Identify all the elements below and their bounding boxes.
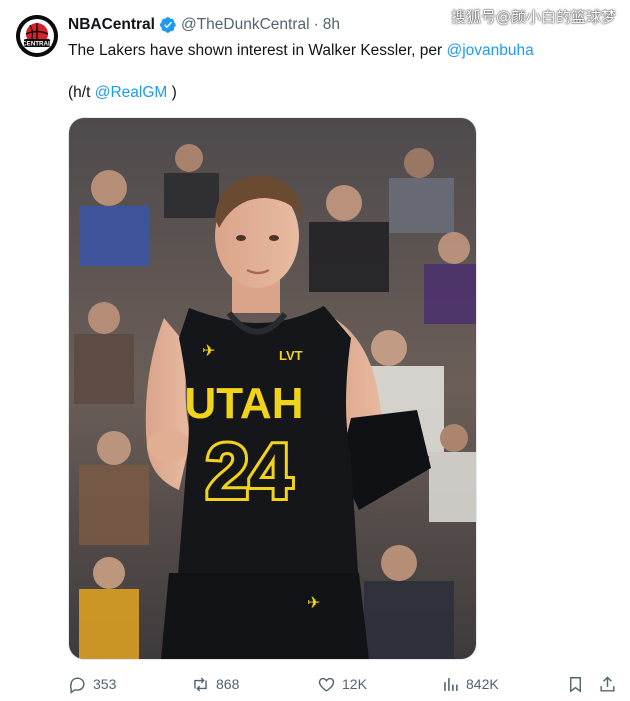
- tweet-timestamp[interactable]: 8h: [323, 16, 340, 34]
- tweet: 搜狐号@颜小白的篮球梦 CENTRAL NBACentral @TheDunkC…: [0, 0, 630, 701]
- avatar-label: CENTRAL: [22, 40, 52, 47]
- author-name[interactable]: NBACentral: [68, 16, 155, 34]
- bookmark-button[interactable]: [566, 675, 585, 694]
- hat-tip-prefix: (h/t: [68, 84, 95, 101]
- verified-badge-icon: [159, 16, 177, 34]
- repost-icon: [191, 675, 210, 694]
- repost-count: 868: [216, 676, 240, 692]
- repost-button[interactable]: 868: [191, 675, 239, 694]
- svg-text:✈: ✈: [202, 341, 215, 360]
- hat-tip-line: (h/t @RealGM ): [68, 83, 588, 103]
- heart-icon: [317, 675, 336, 694]
- bookmark-icon: [566, 675, 585, 694]
- reply-count: 353: [93, 676, 117, 692]
- tweet-actions: 353 868 12K 842K: [68, 672, 620, 696]
- tweet-photo[interactable]: ✈ ✈ LVT UTAH 24 24: [68, 117, 477, 660]
- share-button[interactable]: [598, 675, 617, 694]
- like-count: 12K: [342, 676, 367, 692]
- hat-tip-suffix: ): [167, 84, 177, 101]
- tweet-text: The Lakers have shown interest in Walker…: [68, 41, 588, 103]
- share-icon: [598, 675, 617, 694]
- views-button[interactable]: 842K: [441, 675, 499, 694]
- separator-dot: ·: [313, 16, 319, 33]
- author-handle[interactable]: @TheDunkCentral: [181, 16, 310, 34]
- tweet-header: NBACentral @TheDunkCentral · 8h: [68, 16, 340, 34]
- jersey-team: UTAH: [185, 379, 304, 428]
- reply-icon: [68, 675, 87, 694]
- watermark: 搜狐号@颜小白的篮球梦: [450, 8, 616, 26]
- views-count: 842K: [466, 676, 499, 692]
- avatar[interactable]: CENTRAL: [16, 15, 58, 57]
- mention-jovanbuha[interactable]: @jovanbuha: [447, 42, 534, 59]
- reply-button[interactable]: 353: [68, 675, 116, 694]
- jersey-number: 24: [206, 427, 293, 515]
- tweet-text-main: The Lakers have shown interest in Walker…: [68, 42, 447, 59]
- mention-realgm[interactable]: @RealGM: [95, 84, 168, 101]
- svg-text:✈: ✈: [307, 593, 320, 612]
- views-bar-chart-icon: [441, 675, 460, 694]
- jersey-logo: LVT: [279, 348, 303, 363]
- like-button[interactable]: 12K: [317, 675, 367, 694]
